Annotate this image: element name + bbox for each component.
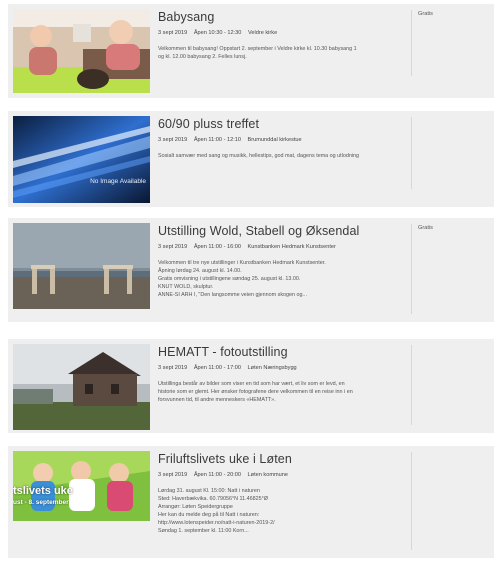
divider	[411, 345, 412, 425]
event-meta: 3 sept 2019 Åpen 11:00 - 16:00 Kunstbank…	[158, 244, 403, 250]
event-date: 3 sept 2019	[158, 365, 188, 371]
event-description: Velkommen til babysang! Oppstart 2. sept…	[158, 46, 357, 60]
divider	[411, 10, 412, 76]
event-time: Åpen 10:30 - 12:30	[193, 30, 242, 36]
divider	[411, 117, 412, 189]
event-info: HEMATT - fotoutstilling 3 sept 2019 Åpen…	[158, 345, 403, 404]
image-caption: tslivets uke	[13, 485, 73, 497]
image-caption: ust - 8. september	[13, 499, 69, 506]
divider	[411, 224, 412, 314]
event-description: Sosialt samvær med sang og musikk, helle…	[158, 153, 360, 159]
event-meta: 3 sept 2019 Åpen 11:00 - 12:10 Brumundda…	[158, 137, 403, 143]
event-date: 3 sept 2019	[158, 137, 188, 143]
event-date: 3 sept 2019	[158, 472, 188, 478]
event-meta: 3 sept 2019 Åpen 11:00 - 20:00 Løten kom…	[158, 472, 403, 478]
event-time: Åpen 11:00 - 12:10	[193, 137, 241, 143]
event-place: Løten kommune	[247, 472, 288, 478]
event-card[interactable]: tslivets uke ust - 8. september Frilufts…	[8, 446, 494, 558]
divider	[411, 452, 412, 550]
event-meta: 3 sept 2019 Åpen 10:30 - 12:30 Veldre ki…	[158, 30, 403, 36]
event-card[interactable]: Utstilling Wold, Stabell og Øksendal 3 s…	[8, 218, 494, 322]
event-price: Gratis	[418, 11, 433, 17]
event-info: Friluftslivets uke i Løten 3 sept 2019 Å…	[158, 452, 403, 535]
event-info: Babysang 3 sept 2019 Åpen 10:30 - 12:30 …	[158, 10, 403, 61]
event-info: Utstilling Wold, Stabell og Øksendal 3 s…	[158, 224, 403, 299]
event-time: Åpen 11:00 - 17:00	[193, 365, 241, 371]
event-place: Løten Næringsbygg	[247, 365, 297, 371]
girls-tent-photo[interactable]: tslivets uke ust - 8. september	[13, 451, 150, 521]
no-image-label: No Image Available	[90, 178, 146, 185]
event-card[interactable]: No Image Available 60/90 pluss treffet 3…	[8, 111, 494, 207]
event-title[interactable]: 60/90 pluss treffet	[158, 117, 403, 131]
event-title[interactable]: Friluftslivets uke i Løten	[158, 452, 403, 466]
event-list: Babysang 3 sept 2019 Åpen 10:30 - 12:30 …	[0, 0, 496, 563]
event-card[interactable]: HEMATT - fotoutstilling 3 sept 2019 Åpen…	[8, 339, 494, 433]
event-price: Gratis	[418, 225, 433, 231]
event-info: 60/90 pluss treffet 3 sept 2019 Åpen 11:…	[158, 117, 403, 160]
event-title[interactable]: HEMATT - fotoutstilling	[158, 345, 403, 359]
event-place: Veldre kirke	[247, 30, 278, 36]
babies-photo[interactable]	[13, 9, 150, 93]
event-title[interactable]: Babysang	[158, 10, 403, 24]
event-time: Åpen 11:00 - 20:00	[193, 472, 241, 478]
event-date: 3 sept 2019	[158, 30, 188, 36]
sculpture-photo[interactable]	[13, 223, 150, 309]
event-place: Kunstbanken Hedmark Kunstsenter	[247, 244, 336, 250]
event-place: Brumunddal kirkestue	[247, 137, 302, 143]
event-title[interactable]: Utstilling Wold, Stabell og Øksendal	[158, 224, 403, 238]
old-house-photo[interactable]	[13, 344, 150, 430]
event-date: 3 sept 2019	[158, 244, 188, 250]
event-card[interactable]: Babysang 3 sept 2019 Åpen 10:30 - 12:30 …	[8, 4, 494, 98]
event-description: Lørdag 31. august Kl. 15:00: Natt i natu…	[158, 488, 275, 534]
event-meta: 3 sept 2019 Åpen 11:00 - 17:00 Løten Nær…	[158, 365, 403, 371]
event-description: Utstillinga består av bilder som viser e…	[158, 381, 353, 403]
event-description: Velkommen til tre nye utstillinger i Kun…	[158, 260, 326, 298]
event-time: Åpen 11:00 - 16:00	[193, 244, 241, 250]
light-streak-photo[interactable]: No Image Available	[13, 116, 150, 203]
